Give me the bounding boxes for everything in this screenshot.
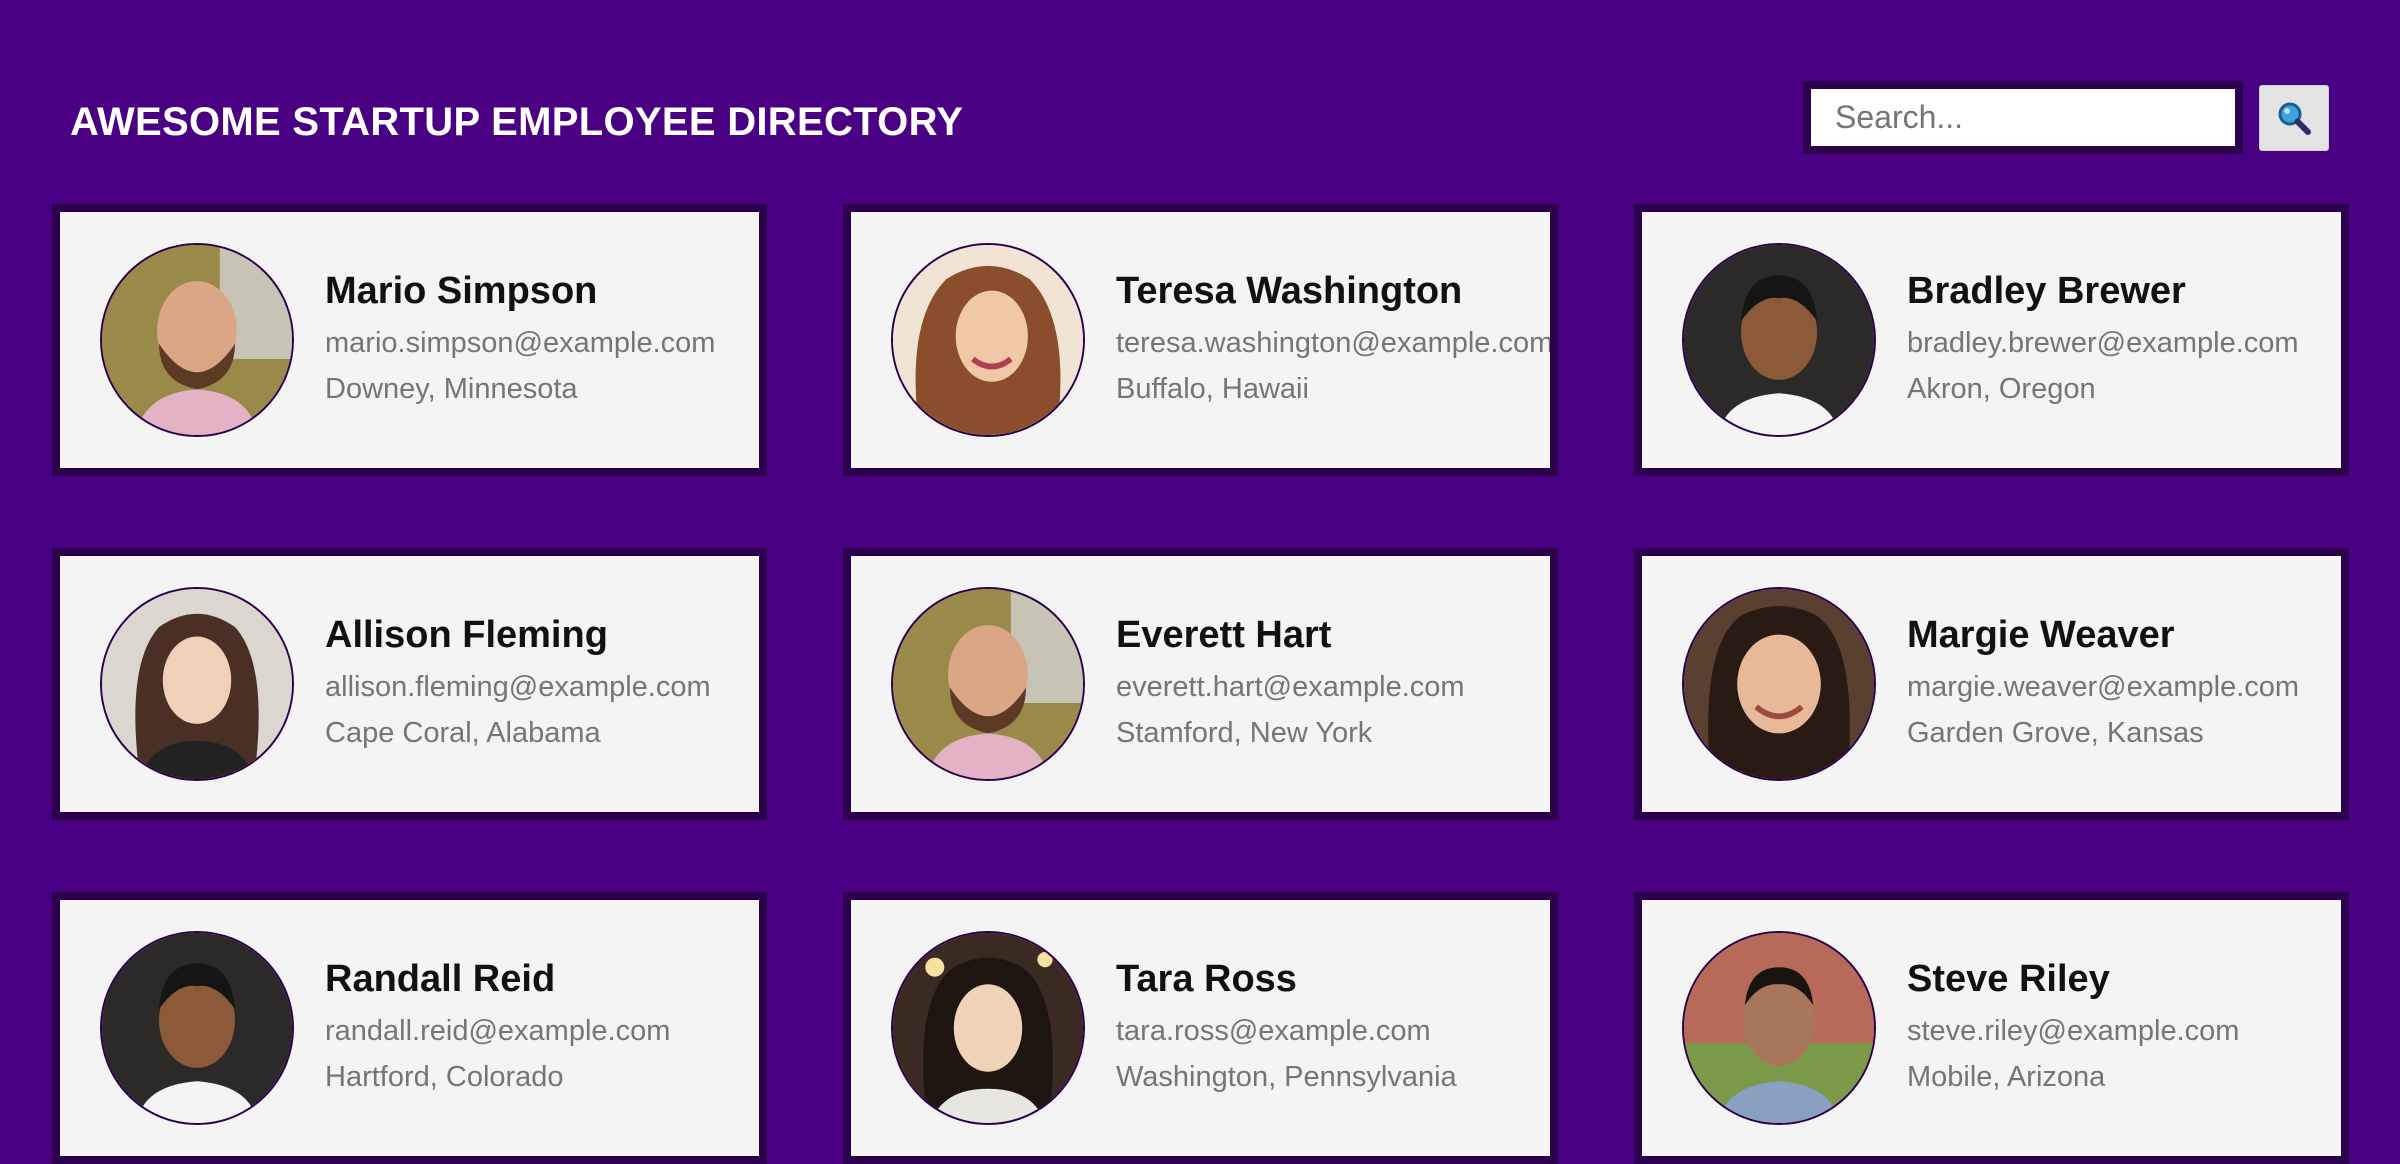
search-form (1803, 81, 2329, 154)
employee-email: margie.weaver@example.com (1907, 671, 2300, 703)
employee-card[interactable]: Randall Reid randall.reid@example.com Ha… (52, 892, 767, 1164)
avatar (891, 931, 1085, 1125)
employee-name: Tara Ross (1116, 958, 1297, 1000)
employee-card[interactable]: Allison Fleming allison.fleming@example.… (52, 548, 767, 820)
employee-name: Allison Fleming (325, 614, 608, 656)
employee-email: tara.ross@example.com (1116, 1015, 1431, 1047)
employee-location: Buffalo, Hawaii (1116, 373, 1309, 405)
search-input[interactable] (1803, 81, 2243, 154)
employee-card[interactable]: Steve Riley steve.riley@example.com Mobi… (1634, 892, 2349, 1164)
employee-location: Washington, Pennsylvania (1116, 1061, 1457, 1093)
employee-email: steve.riley@example.com (1907, 1015, 2240, 1047)
employee-name: Mario Simpson (325, 270, 598, 312)
avatar (1682, 587, 1876, 781)
employee-email: everett.hart@example.com (1116, 671, 1465, 703)
employee-email: mario.simpson@example.com (325, 327, 716, 359)
magnifier-icon (2278, 102, 2311, 135)
employee-name: Randall Reid (325, 958, 556, 1000)
employee-name: Margie Weaver (1907, 614, 2175, 656)
employee-name: Steve Riley (1907, 958, 2110, 1000)
employee-location: Garden Grove, Kansas (1907, 717, 2204, 749)
employee-name: Teresa Washington (1116, 270, 1463, 312)
employee-name: Everett Hart (1116, 614, 1332, 656)
employee-location: Mobile, Arizona (1907, 1061, 2106, 1093)
employee-card[interactable]: Bradley Brewer bradley.brewer@example.co… (1634, 204, 2349, 476)
employee-email: bradley.brewer@example.com (1907, 327, 2299, 359)
avatar (100, 587, 294, 781)
employee-email: allison.fleming@example.com (325, 671, 711, 703)
employee-email: teresa.washington@example.com (1116, 327, 1554, 359)
employee-card[interactable]: Mario Simpson mario.simpson@example.com … (52, 204, 767, 476)
employee-location: Cape Coral, Alabama (325, 717, 601, 749)
employee-card[interactable]: Everett Hart everett.hart@example.com St… (843, 548, 1558, 820)
employee-name: Bradley Brewer (1907, 270, 2186, 312)
avatar (891, 243, 1085, 437)
avatar (100, 243, 294, 437)
employee-location: Akron, Oregon (1907, 373, 2096, 405)
employee-location: Stamford, New York (1116, 717, 1373, 749)
employee-card[interactable]: Margie Weaver margie.weaver@example.com … (1634, 548, 2349, 820)
avatar (1682, 243, 1876, 437)
avatar (891, 587, 1085, 781)
page-title: AWESOME STARTUP EMPLOYEE DIRECTORY (70, 100, 964, 144)
employee-card[interactable]: Tara Ross tara.ross@example.com Washingt… (843, 892, 1558, 1164)
employee-email: randall.reid@example.com (325, 1015, 671, 1047)
employee-location: Downey, Minnesota (325, 373, 578, 405)
employee-card[interactable]: Teresa Washington teresa.washington@exam… (843, 204, 1558, 476)
employee-location: Hartford, Colorado (325, 1061, 564, 1093)
avatar (100, 931, 294, 1125)
employee-grid: Mario Simpson mario.simpson@example.com … (52, 204, 2349, 1164)
search-button[interactable] (2259, 84, 2329, 151)
avatar (1682, 931, 1876, 1125)
